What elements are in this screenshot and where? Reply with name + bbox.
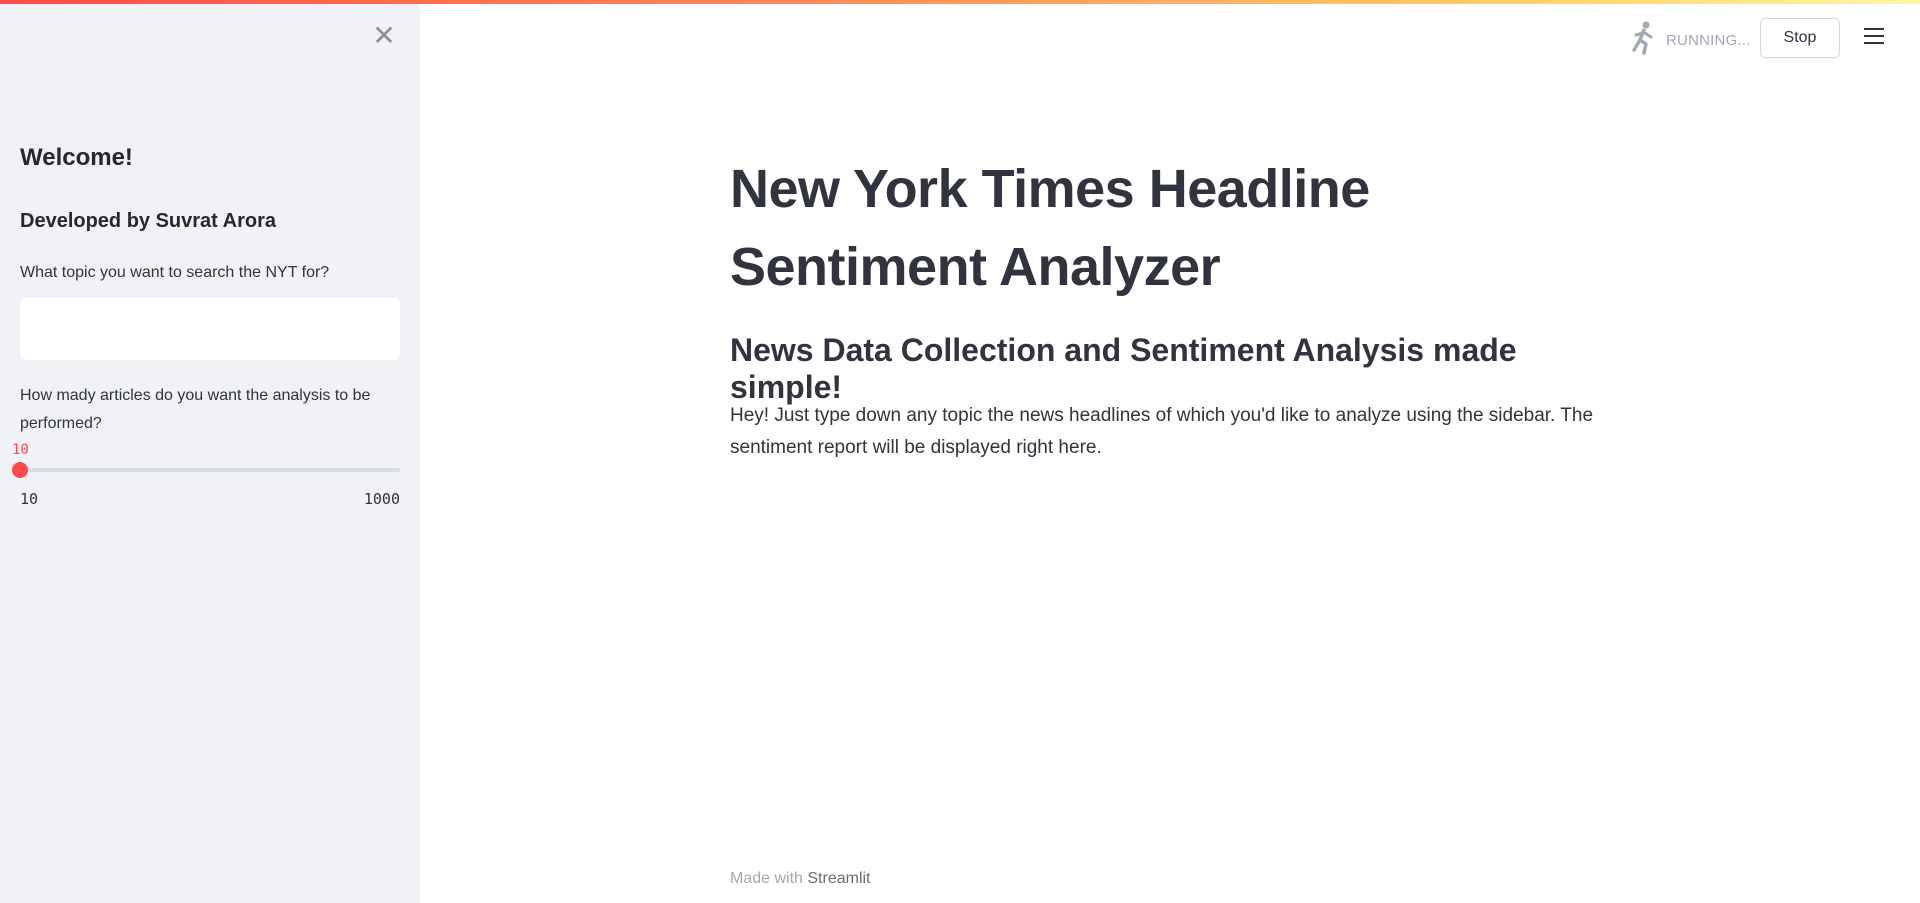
slider-min-label: 10 bbox=[20, 490, 39, 508]
top-decoration-bar bbox=[0, 0, 1920, 4]
sidebar-developer-heading: Developed by Suvrat Arora bbox=[20, 210, 277, 232]
articles-slider[interactable] bbox=[12, 462, 400, 478]
slider-current-value: 10 bbox=[12, 442, 29, 458]
slider-thumb[interactable] bbox=[12, 462, 28, 478]
running-person-icon bbox=[1632, 21, 1653, 55]
streamlit-link[interactable]: Streamlit bbox=[807, 870, 870, 887]
stop-button[interactable]: Stop bbox=[1760, 18, 1840, 58]
sidebar-welcome-heading: Welcome! bbox=[20, 144, 133, 171]
footer-made-with: Made with bbox=[730, 870, 808, 887]
articles-slider-label: How mady articles do you want the analys… bbox=[20, 387, 371, 432]
footer: Made with Streamlit bbox=[730, 870, 871, 888]
running-status-text: RUNNING... bbox=[1666, 32, 1751, 49]
topic-search-input[interactable] bbox=[20, 298, 400, 360]
close-icon[interactable]: ✕ bbox=[372, 22, 396, 50]
intro-paragraph: Hey! Just type down any topic the news h… bbox=[730, 405, 1594, 458]
slider-max-label: 1000 bbox=[363, 490, 400, 508]
sidebar: ✕ Welcome! Developed by Suvrat Arora Wha… bbox=[0, 0, 420, 903]
topic-input-label: What topic you want to search the NYT fo… bbox=[20, 264, 330, 281]
page-title: New York Times Headline Sentiment Analyz… bbox=[730, 159, 1370, 297]
hamburger-menu-icon[interactable] bbox=[1864, 28, 1884, 46]
page-subtitle: News Data Collection and Sentiment Analy… bbox=[730, 332, 1517, 405]
